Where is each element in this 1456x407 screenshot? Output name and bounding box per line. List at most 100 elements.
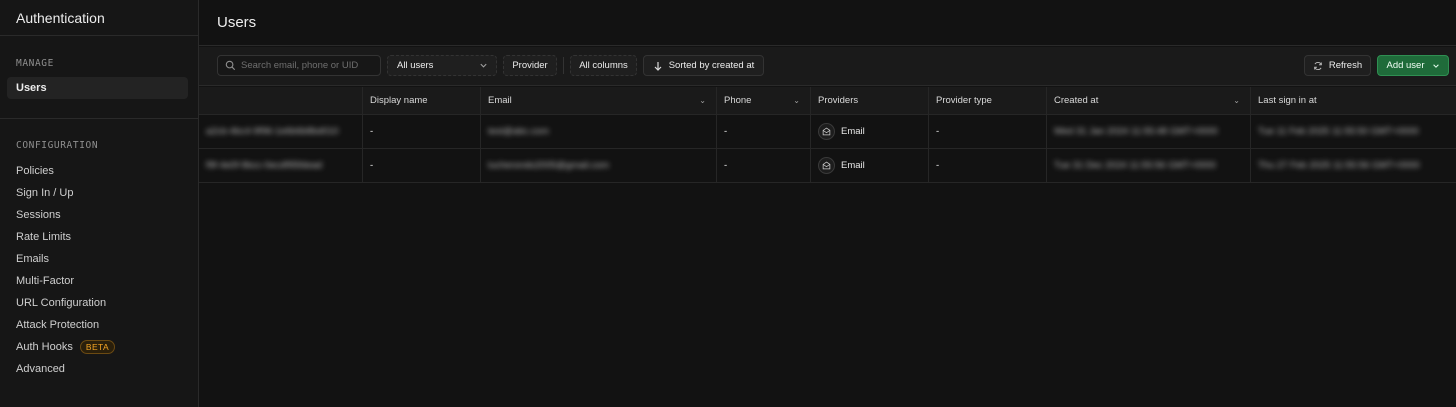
sort-label: Sorted by created at xyxy=(668,60,755,71)
provider-value: Email xyxy=(841,126,865,137)
sidebar-item-policies[interactable]: Policies xyxy=(0,160,198,182)
chevron-down-icon[interactable]: ⌄ xyxy=(1233,96,1240,105)
last-sign-in-value: Tue 11 Feb 2025 11:55:50 GMT+0000 xyxy=(1258,126,1419,137)
created-at-cell: Tue 31 Dec 2024 11:55:56 GMT+0000 xyxy=(1047,149,1251,182)
phone-value: - xyxy=(724,126,728,137)
column-header-provider-type[interactable]: Provider type xyxy=(929,87,1047,114)
users-table: Display name Email ⌄ Phone ⌄ Providers Pro… xyxy=(199,87,1456,183)
sidebar-title: Authentication xyxy=(0,0,198,36)
refresh-label: Refresh xyxy=(1328,60,1363,71)
chevron-down-icon[interactable]: ⌄ xyxy=(793,96,800,105)
provider-type-value: - xyxy=(936,126,940,137)
column-header-phone[interactable]: Phone ⌄ xyxy=(717,87,811,114)
sidebar-item-label: Emails xyxy=(16,253,50,265)
phone-value: - xyxy=(724,160,728,171)
sidebar-item-users[interactable]: Users xyxy=(7,77,188,99)
search-input[interactable] xyxy=(241,60,376,71)
add-user-label: Add user xyxy=(1386,60,1425,71)
chevron-down-icon xyxy=(1432,63,1439,68)
providers-cell: Email xyxy=(811,115,929,148)
providers-cell: Email xyxy=(811,149,929,182)
provider-type-cell: - xyxy=(929,149,1047,182)
display-name-value: - xyxy=(370,160,374,171)
chevron-down-icon[interactable]: ⌄ xyxy=(699,96,706,105)
last-sign-in-cell: Thu 27 Feb 2025 11:55:56 GMT+0000 xyxy=(1251,149,1427,182)
refresh-button[interactable]: Refresh xyxy=(1304,55,1371,76)
sidebar-item-label: Attack Protection xyxy=(16,319,100,331)
mail-icon xyxy=(818,123,835,140)
sidebar-item-label: Rate Limits xyxy=(16,231,72,243)
provider-filter-button[interactable]: Provider xyxy=(503,55,557,76)
sidebar: Authentication MANAGE Users CONFIGURATIO… xyxy=(0,0,199,407)
column-header-uid xyxy=(199,87,363,114)
email-value: lucherondo2005@gmail.com xyxy=(488,160,610,171)
add-user-button[interactable]: Add user xyxy=(1377,55,1449,76)
sidebar-item-sign-in-up[interactable]: Sign In / Up xyxy=(0,182,198,204)
mail-icon xyxy=(818,157,835,174)
provider-filter-label: Provider xyxy=(512,60,548,71)
refresh-icon xyxy=(1314,61,1322,70)
sidebar-config-list: Policies Sign In / Up Sessions Rate Limi… xyxy=(0,160,198,380)
sidebar-section-manage: MANAGE xyxy=(16,58,54,69)
column-header-last-sign-in[interactable]: Last sign in at xyxy=(1251,87,1427,114)
last-sign-in-cell: Tue 11 Feb 2025 11:55:50 GMT+0000 xyxy=(1251,115,1427,148)
provider-value: Email xyxy=(841,160,865,171)
column-header-label: Phone xyxy=(724,95,752,106)
display-name-cell: - xyxy=(363,149,481,182)
sort-button[interactable]: Sorted by created at xyxy=(643,55,764,76)
column-header-label: Email xyxy=(488,95,512,106)
display-name-cell: - xyxy=(363,115,481,148)
table-header-row: Display name Email ⌄ Phone ⌄ Providers Pro… xyxy=(199,87,1456,115)
user-filter-select[interactable]: All users xyxy=(387,55,497,76)
sidebar-item-sessions[interactable]: Sessions xyxy=(0,204,198,226)
created-at-value: Tue 31 Dec 2024 11:55:56 GMT+0000 xyxy=(1054,160,1216,171)
sidebar-divider xyxy=(0,118,198,119)
column-header-created-at[interactable]: Created at ⌄ xyxy=(1047,87,1251,114)
toolbar: All users Provider All columns Sorted by… xyxy=(199,47,1456,86)
sidebar-item-advanced[interactable]: Advanced xyxy=(0,358,198,380)
email-cell: test@abc.com xyxy=(481,115,717,148)
sidebar-item-emails[interactable]: Emails xyxy=(0,248,198,270)
provider-type-cell: - xyxy=(929,115,1047,148)
main-content: Users All users Provider All columns Sor… xyxy=(199,0,1456,407)
email-cell: lucherondo2005@gmail.com xyxy=(481,149,717,182)
table-row[interactable]: f9f-4e0f-9bcc-0ecdf95fdead - lucherondo2… xyxy=(199,149,1456,183)
sidebar-item-attack-protection[interactable]: Attack Protection xyxy=(0,314,198,336)
sidebar-item-auth-hooks[interactable]: Auth Hooks BETA xyxy=(0,336,198,358)
user-filter-value: All users xyxy=(397,60,434,71)
table-row[interactable]: a2cb-4bc4-9f96-1e6b6b8bd010 - test@abc.c… xyxy=(199,115,1456,149)
uid-value: f9f-4e0f-9bcc-0ecdf95fdead xyxy=(206,160,323,171)
column-header-email[interactable]: Email ⌄ xyxy=(481,87,717,114)
phone-cell: - xyxy=(717,149,811,182)
sidebar-item-url-configuration[interactable]: URL Configuration xyxy=(0,292,198,314)
sidebar-item-label: Policies xyxy=(16,165,54,177)
toolbar-divider xyxy=(563,57,564,74)
sidebar-item-label: Sessions xyxy=(16,209,61,221)
created-at-cell: Wed 31 Jan 2024 11:55:48 GMT+0000 xyxy=(1047,115,1251,148)
uid-cell: a2cb-4bc4-9f96-1e6b6b8bd010 xyxy=(199,115,363,148)
display-name-value: - xyxy=(370,126,374,137)
last-sign-in-value: Thu 27 Feb 2025 11:55:56 GMT+0000 xyxy=(1258,160,1420,171)
column-header-display-name[interactable]: Display name xyxy=(363,87,481,114)
search-icon xyxy=(225,60,236,71)
uid-value: a2cb-4bc4-9f96-1e6b6b8bd010 xyxy=(206,126,339,137)
sidebar-item-label: Sign In / Up xyxy=(16,187,74,199)
sidebar-section-configuration: CONFIGURATION xyxy=(16,140,99,151)
columns-button[interactable]: All columns xyxy=(570,55,637,76)
search-box xyxy=(217,55,381,76)
sidebar-item-multi-factor[interactable]: Multi-Factor xyxy=(0,270,198,292)
sidebar-item-label: Multi-Factor xyxy=(16,275,75,287)
column-header-label: Created at xyxy=(1054,95,1099,106)
arrow-down-icon xyxy=(654,61,662,71)
phone-cell: - xyxy=(717,115,811,148)
sidebar-item-label: Advanced xyxy=(16,363,65,375)
sidebar-item-label: URL Configuration xyxy=(16,297,107,309)
sidebar-item-rate-limits[interactable]: Rate Limits xyxy=(0,226,198,248)
email-value: test@abc.com xyxy=(488,126,549,137)
column-header-providers[interactable]: Providers xyxy=(811,87,929,114)
beta-badge: BETA xyxy=(79,340,116,354)
uid-cell: f9f-4e0f-9bcc-0ecdf95fdead xyxy=(199,149,363,182)
sidebar-item-label: Auth Hooks xyxy=(16,341,73,353)
page-title: Users xyxy=(199,0,1456,46)
columns-label: All columns xyxy=(579,60,628,71)
